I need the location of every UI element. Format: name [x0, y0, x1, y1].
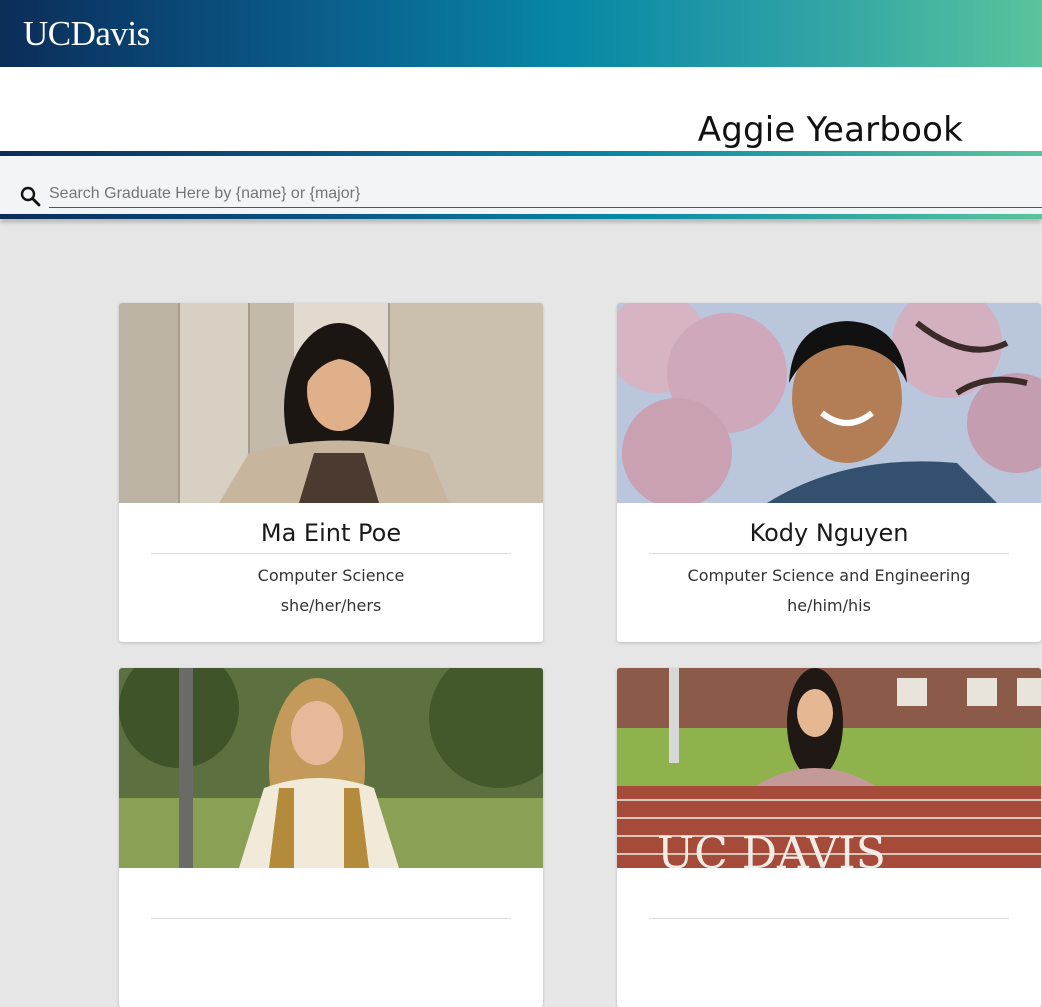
graduate-major: Computer Science and Engineering: [687, 566, 971, 585]
graduate-card[interactable]: UC DAVIS: [617, 668, 1041, 1007]
card-divider: [151, 553, 511, 554]
search-input[interactable]: [49, 180, 1042, 208]
page-title: Aggie Yearbook: [697, 109, 963, 150]
site-header-bar: UCDavis: [0, 0, 1042, 67]
card-divider: [649, 918, 1009, 919]
gradient-divider-bottom: [0, 214, 1042, 219]
graduate-photo: [617, 303, 1041, 503]
graduate-pronouns: he/him/his: [787, 596, 871, 615]
graduate-major: Computer Science: [257, 566, 405, 585]
graduate-photo: [119, 668, 543, 868]
card-divider: [151, 918, 511, 919]
graduate-photo: [119, 303, 543, 503]
graduate-photo: UC DAVIS: [617, 668, 1041, 868]
graduate-card[interactable]: [119, 668, 543, 1007]
search-bar: [0, 156, 1042, 214]
graduate-name: Kody Nguyen: [749, 519, 909, 547]
card-divider: [649, 553, 1009, 554]
svg-text:UC DAVIS: UC DAVIS: [657, 828, 886, 868]
title-bar: Aggie Yearbook: [0, 67, 1042, 151]
ucdavis-logo[interactable]: UCDavis: [23, 14, 150, 54]
graduate-pronouns: she/her/hers: [280, 596, 382, 615]
graduate-name: Ma Eint Poe: [260, 519, 402, 547]
search-icon[interactable]: [19, 185, 41, 207]
graduate-card[interactable]: Kody Nguyen Computer Science and Enginee…: [617, 303, 1041, 642]
graduate-card[interactable]: Ma Eint Poe Computer Science she/her/her…: [119, 303, 543, 642]
